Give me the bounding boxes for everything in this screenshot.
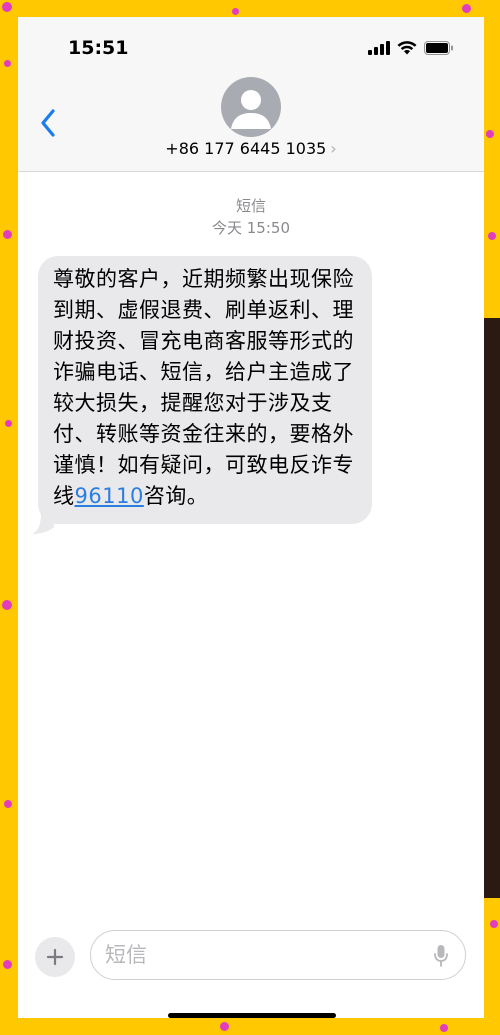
contact-avatar[interactable]	[221, 77, 281, 137]
back-arrow-icon[interactable]	[36, 107, 60, 139]
contact-name[interactable]: +86 177 6445 1035 ›	[18, 139, 484, 158]
confetti-dot	[2, 600, 12, 610]
confetti-dot	[3, 960, 12, 969]
message-timestamp: 今天 15:50	[212, 219, 290, 237]
wifi-icon	[397, 41, 417, 55]
conversation-header: +86 177 6445 1035 ›	[18, 77, 484, 172]
apps-plus-button[interactable]	[35, 937, 75, 977]
confetti-dot	[490, 920, 498, 928]
status-icons	[368, 41, 454, 55]
background-photo-edge	[484, 318, 500, 898]
confetti-dot	[3, 230, 12, 239]
person-icon	[231, 90, 271, 129]
conversation-type-label: 短信	[235, 197, 266, 215]
phone-screen: 15:51 +86 177 6445 1035 › 短信 今天 15:50 尊敬…	[18, 17, 484, 1018]
confetti-dot	[440, 1024, 448, 1032]
confetti-dot	[232, 8, 239, 15]
message-text-end: 咨询。	[143, 484, 209, 508]
incoming-message-bubble[interactable]: 尊敬的客户，近期频繁出现保险到期、虚假退费、刷单返利、理财投资、冒充电商客服等形…	[38, 256, 372, 524]
message-text: 尊敬的客户，近期频繁出现保险到期、虚假退费、刷单返利、理财投资、冒充电商客服等形…	[53, 267, 354, 508]
signal-icon	[368, 41, 390, 55]
confetti-dot	[486, 130, 494, 138]
confetti-dot	[4, 800, 12, 808]
hotline-link[interactable]: 96110	[75, 484, 144, 508]
confetti-dot	[5, 420, 12, 427]
contact-number: +86 177 6445 1035	[165, 139, 327, 158]
message-input[interactable]	[105, 939, 405, 971]
confetti-dot	[462, 4, 471, 13]
confetti-dot	[2, 2, 12, 12]
status-bar: 15:51	[18, 17, 484, 77]
status-time: 15:51	[68, 37, 129, 59]
battery-icon	[424, 41, 453, 55]
confetti-dot	[220, 1022, 229, 1031]
message-input-box[interactable]	[90, 930, 466, 980]
confetti-dot	[4, 60, 11, 67]
confetti-dot	[488, 232, 496, 240]
mic-icon[interactable]	[433, 944, 449, 968]
chevron-right-icon: ›	[330, 139, 337, 158]
home-indicator[interactable]	[168, 1013, 336, 1018]
plus-icon	[46, 948, 64, 966]
